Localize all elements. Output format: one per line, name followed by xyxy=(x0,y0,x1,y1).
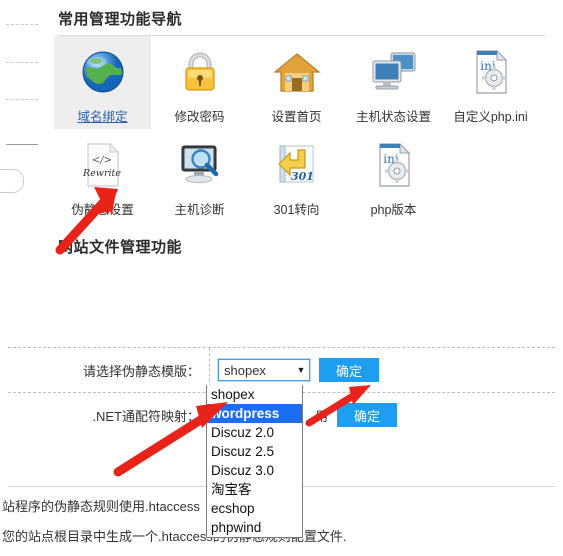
wildcard-tail-text: 用 xyxy=(315,408,329,424)
confirm-wildcard-button[interactable]: 确定 xyxy=(337,403,398,427)
dropdown-option[interactable]: shopex xyxy=(207,385,302,404)
icon-tile-ini-file-gear[interactable]: ini php版本 xyxy=(345,129,442,222)
rail-divider xyxy=(6,62,38,64)
icon-tile-monitors[interactable]: 主机状态设置 xyxy=(345,36,442,129)
dropdown-option[interactable]: 淘宝客 xyxy=(207,480,302,499)
chevron-down-icon: ▼ xyxy=(296,365,306,375)
icon-tile-padlock[interactable]: 修改密码 xyxy=(151,36,248,129)
icon-tile-label: 伪静态设置 xyxy=(71,203,134,217)
icon-tile-rewrite-file[interactable]: </> Rewrite 伪静态设置 xyxy=(54,129,151,222)
icon-tile-ini-file-gear[interactable]: ini 自定义php.ini xyxy=(442,36,539,129)
padlock-icon xyxy=(151,44,248,100)
confirm-template-button[interactable]: 确定 xyxy=(319,358,379,382)
dropdown-option[interactable]: Discuz 2.5 xyxy=(207,442,302,461)
template-select-value: shopex xyxy=(224,362,266,378)
globe-icon xyxy=(54,44,151,100)
icon-grid-row-1: 域名绑定 修改密码 设置首页 主机状态设置 ini 自定义php.ini xyxy=(40,36,563,129)
left-sidebar-partial xyxy=(0,0,38,546)
monitor-magnifier-icon xyxy=(151,137,248,193)
icon-tile-label: php版本 xyxy=(370,203,417,217)
template-dropdown-list[interactable]: shopex wordpress Discuz 2.0 Discuz 2.5 D… xyxy=(206,385,303,538)
svg-text:301: 301 xyxy=(291,170,314,183)
house-icon xyxy=(248,44,345,100)
ini-file-gear-icon: ini xyxy=(442,44,539,100)
icon-grid-row-2: </> Rewrite 伪静态设置 主机诊断 301 301转向 ini php… xyxy=(40,129,563,222)
rail-divider xyxy=(6,99,38,101)
rail-divider xyxy=(6,24,38,26)
page-title-nav: 常用管理功能导航 xyxy=(58,11,183,28)
icon-tile-label: 设置首页 xyxy=(271,110,322,124)
icon-tile-label: 主机诊断 xyxy=(174,203,225,217)
rewrite-file-icon: </> Rewrite xyxy=(54,137,151,193)
icon-tile-monitor-magnifier[interactable]: 主机诊断 xyxy=(151,129,248,222)
template-select-label: 请选择伪静态模版： xyxy=(0,348,210,392)
icon-tile-redirect-301[interactable]: 301 301转向 xyxy=(248,129,345,222)
template-select[interactable]: shopex ▼ xyxy=(218,359,310,381)
monitors-icon xyxy=(345,44,442,100)
dropdown-option[interactable]: Discuz 2.0 xyxy=(207,423,302,442)
rail-divider-solid xyxy=(6,144,38,145)
svg-text:</>: </> xyxy=(91,155,111,166)
dropdown-option[interactable]: phpwind xyxy=(207,518,302,537)
dropdown-option[interactable]: wordpress xyxy=(207,404,302,423)
ini-file-gear-icon: ini xyxy=(345,137,442,193)
sidebar-pill-button[interactable] xyxy=(0,169,24,193)
icon-tile-globe[interactable]: 域名绑定 xyxy=(54,36,151,129)
dropdown-option[interactable]: Discuz 3.0 xyxy=(207,461,302,480)
icon-tile-label: 修改密码 xyxy=(174,110,225,124)
icon-tile-label: 域名绑定 xyxy=(77,110,128,124)
page-title-files: 网站文件管理功能 xyxy=(58,239,183,256)
icon-tile-house[interactable]: 设置首页 xyxy=(248,36,345,129)
icon-tile-label: 301转向 xyxy=(273,203,320,217)
dropdown-option[interactable]: ecshop xyxy=(207,499,302,518)
svg-text:Rewrite: Rewrite xyxy=(82,168,121,179)
redirect-301-icon: 301 xyxy=(248,137,345,193)
wildcard-label: .NET通配符映射： xyxy=(0,393,210,437)
icon-tile-label: 主机状态设置 xyxy=(355,110,431,124)
icon-tile-label: 自定义php.ini xyxy=(453,110,528,124)
